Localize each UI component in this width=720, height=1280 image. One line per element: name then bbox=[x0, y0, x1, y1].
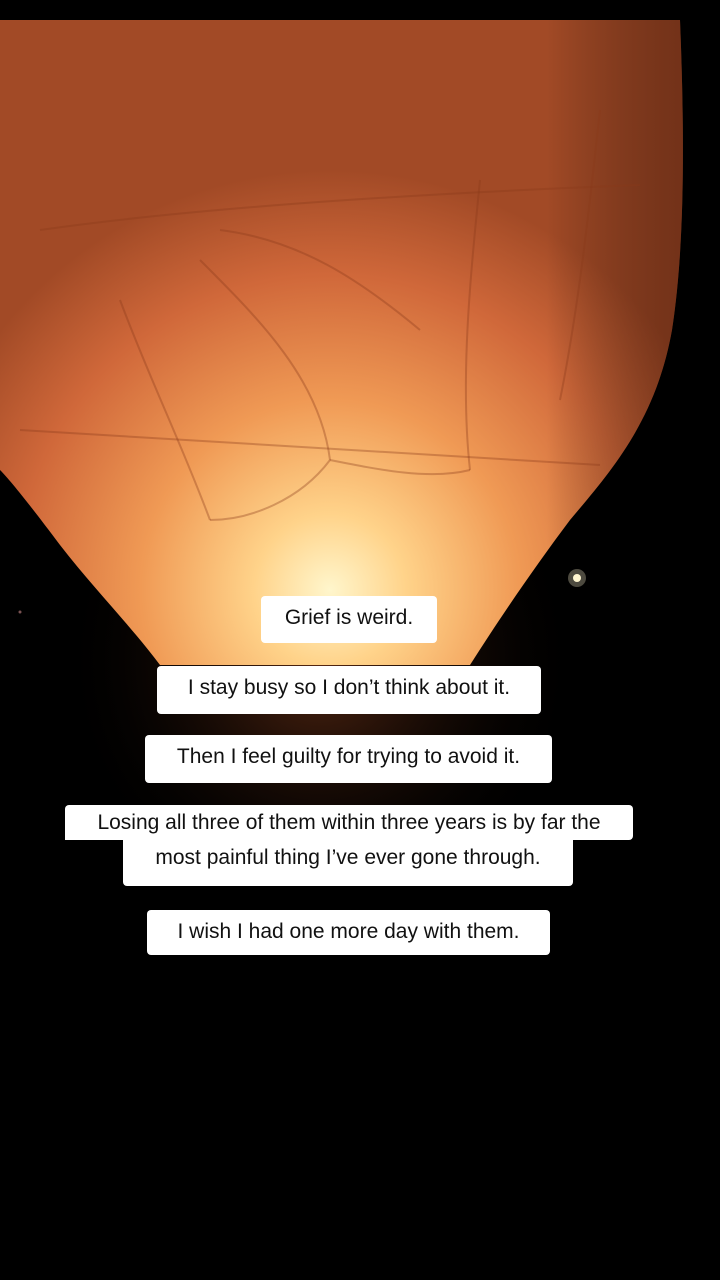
caption-line-2: I stay busy so I don’t think about it. bbox=[157, 666, 541, 714]
caption-line-4a: Losing all three of them within three ye… bbox=[65, 805, 633, 840]
caption-stack: Grief is weird. I stay busy so I don’t t… bbox=[0, 0, 720, 1280]
caption-line-4b: most painful thing I’ve ever gone throug… bbox=[123, 839, 573, 886]
caption-line-1: Grief is weird. bbox=[261, 596, 437, 643]
caption-line-5: I wish I had one more day with them. bbox=[147, 910, 550, 955]
caption-line-3: Then I feel guilty for trying to avoid i… bbox=[145, 735, 552, 783]
